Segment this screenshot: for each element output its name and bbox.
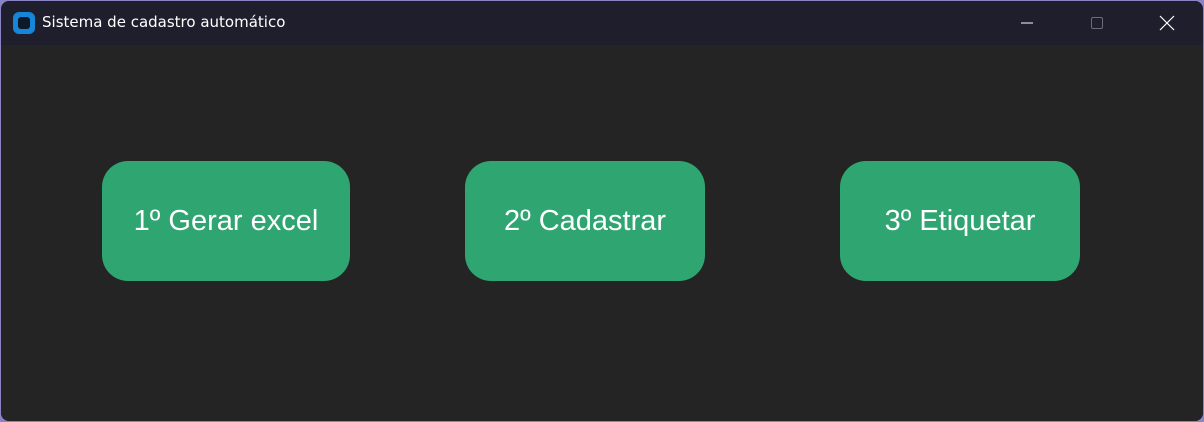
window-title: Sistema de cadastro automático (42, 13, 286, 31)
gerar-excel-button[interactable]: 1º Gerar excel (102, 161, 350, 281)
close-icon (1159, 15, 1175, 31)
close-button[interactable] (1137, 1, 1197, 45)
title-bar[interactable]: Sistema de cadastro automático (1, 1, 1203, 45)
app-icon (13, 12, 35, 34)
main-content: 1º Gerar excel 2º Cadastrar 3º Etiquetar (1, 45, 1203, 421)
maximize-icon (1091, 17, 1103, 29)
minimize-icon (1021, 22, 1033, 24)
etiquetar-button[interactable]: 3º Etiquetar (840, 161, 1080, 281)
minimize-button[interactable] (997, 1, 1057, 45)
app-window: Sistema de cadastro automático 1º Gerar … (1, 1, 1203, 421)
maximize-button[interactable] (1067, 1, 1127, 45)
cadastrar-button[interactable]: 2º Cadastrar (465, 161, 705, 281)
